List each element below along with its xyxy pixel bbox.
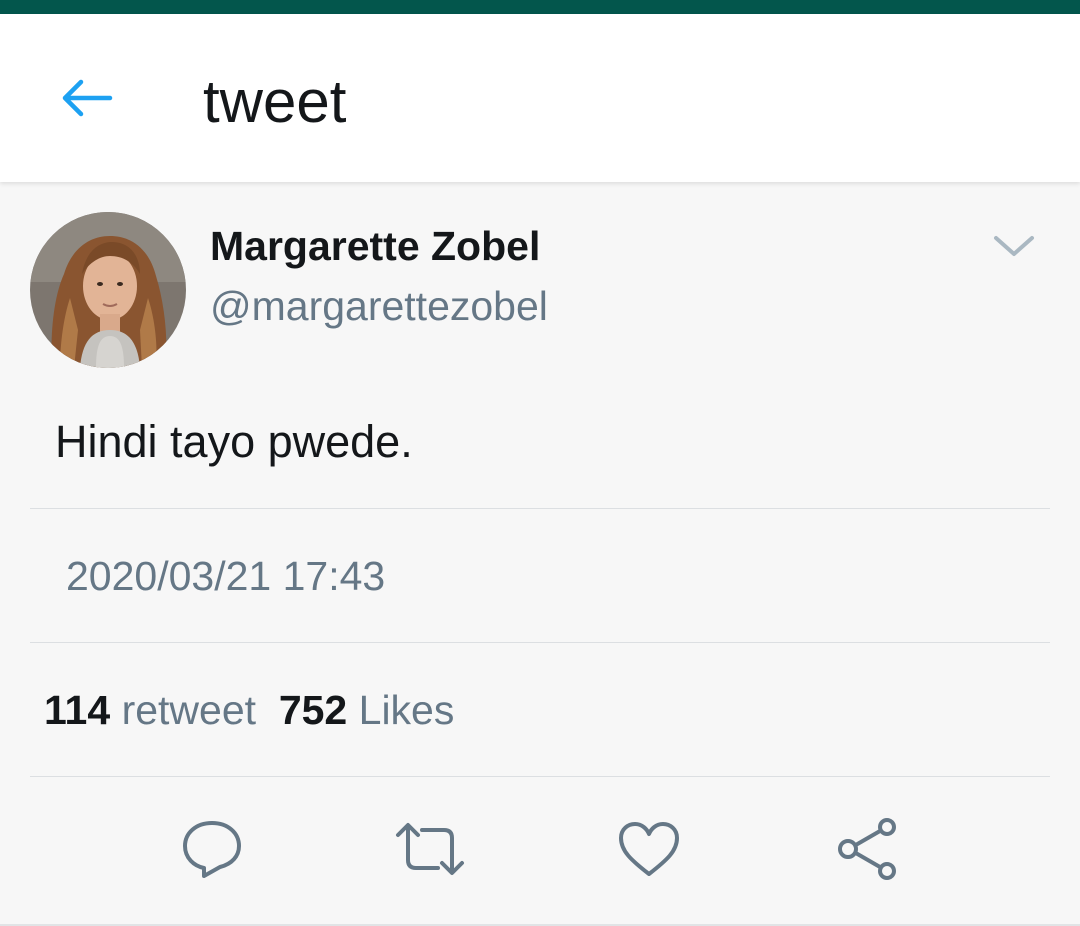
tweet-timestamp: 2020/03/21 17:43 bbox=[66, 553, 386, 599]
tweet-stats: 114 retweet 752 Likes bbox=[44, 686, 454, 734]
retweet-count: 114 bbox=[44, 687, 111, 733]
retweet-button[interactable] bbox=[394, 816, 466, 882]
reply-button[interactable] bbox=[176, 816, 248, 882]
retweet-label: retweet bbox=[121, 687, 257, 733]
username-handle[interactable]: @margarettezobel bbox=[210, 282, 548, 330]
retweet-icon bbox=[396, 823, 464, 875]
app-bar: tweet bbox=[0, 14, 1080, 182]
heart-icon bbox=[619, 822, 679, 876]
divider bbox=[30, 776, 1050, 777]
retweet-stat[interactable]: 114 retweet bbox=[44, 687, 256, 733]
share-button[interactable] bbox=[832, 816, 904, 882]
share-icon bbox=[838, 818, 896, 880]
avatar[interactable] bbox=[30, 212, 186, 368]
likes-label: Likes bbox=[358, 687, 455, 733]
more-options-button[interactable] bbox=[984, 224, 1044, 268]
divider bbox=[30, 642, 1050, 643]
page-title: tweet bbox=[203, 68, 347, 135]
divider bbox=[30, 508, 1050, 509]
arrow-left-icon bbox=[62, 79, 113, 117]
display-name[interactable]: Margarette Zobel bbox=[210, 222, 540, 270]
tweet-text: Hindi tayo pwede. bbox=[55, 416, 413, 467]
tweet-detail: Margarette Zobel @margarettezobel Hindi … bbox=[0, 182, 1080, 926]
like-button[interactable] bbox=[613, 816, 685, 882]
likes-stat[interactable]: 752 Likes bbox=[279, 687, 455, 733]
likes-count: 752 bbox=[278, 687, 348, 733]
reply-icon bbox=[183, 821, 241, 878]
chevron-down-icon bbox=[994, 236, 1034, 256]
status-bar bbox=[0, 0, 1080, 14]
back-button[interactable] bbox=[44, 62, 128, 134]
